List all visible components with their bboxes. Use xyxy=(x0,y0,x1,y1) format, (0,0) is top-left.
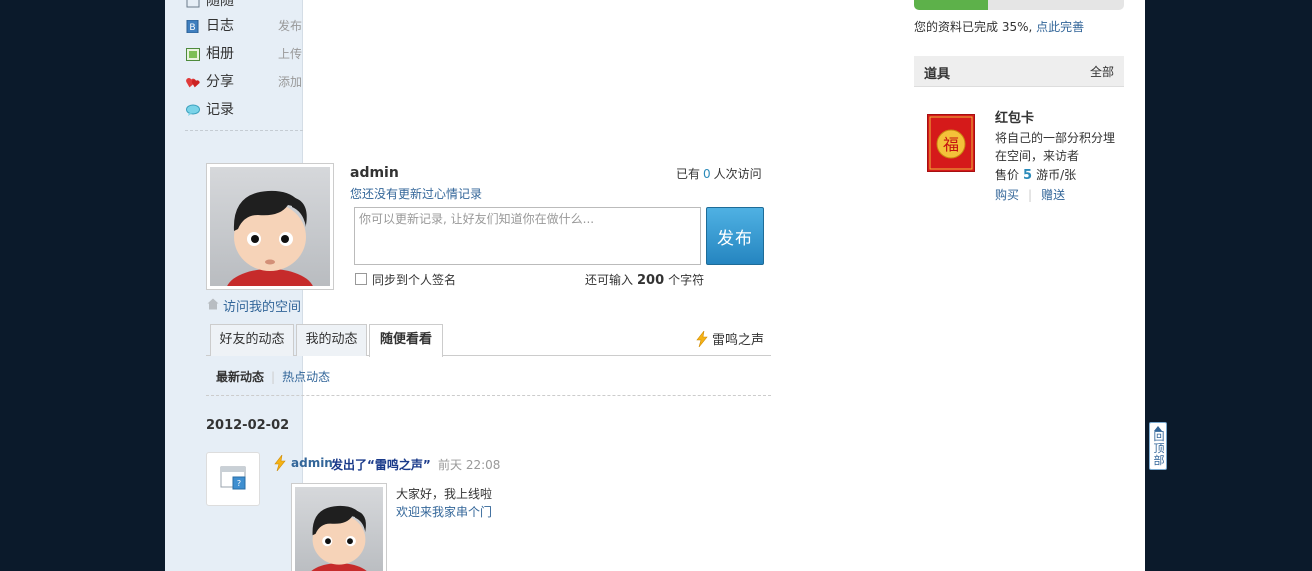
profile-complete: 您的资料已完成 35%, 点此完善 xyxy=(914,18,1084,35)
subtab-latest[interactable]: 最新动态 xyxy=(216,370,264,384)
tab-friends-feed[interactable]: 好友的动态 xyxy=(210,324,294,356)
partial-icon xyxy=(186,0,200,8)
username[interactable]: admin xyxy=(350,165,399,181)
cartoon-avatar-icon xyxy=(227,190,313,286)
gift-link[interactable]: 赠送 xyxy=(1041,188,1065,202)
svg-text:B: B xyxy=(189,23,195,33)
album-icon xyxy=(186,48,200,61)
action-separator: | xyxy=(1028,188,1033,202)
feed-action[interactable]: 发出了“雷鸣之声” xyxy=(331,456,431,473)
price-suffix: 游币/张 xyxy=(1036,168,1077,182)
feed-avatar-image xyxy=(295,487,383,571)
feed-divider xyxy=(206,395,771,396)
profile-complete-text: 您的资料已完成 35%, xyxy=(914,20,1033,34)
subtab-separator: | xyxy=(271,370,276,384)
feed-author-link[interactable]: admin xyxy=(291,456,333,470)
feed-avatar[interactable] xyxy=(291,483,387,571)
card-glyph: 福 xyxy=(943,135,959,154)
lightning-icon xyxy=(274,455,286,471)
speech-bubble-icon xyxy=(186,104,200,116)
red-envelope-icon: 福 xyxy=(927,114,975,172)
back-to-top-button[interactable]: 回顶部 xyxy=(1149,422,1167,470)
props-title: 道具 xyxy=(924,67,951,82)
sync-signature-checkbox[interactable] xyxy=(355,273,367,285)
feed-tabs: 好友的动态 我的动态 随便看看 雷鸣之声 xyxy=(206,324,771,357)
char-remaining: 还可输入 200 个字符 xyxy=(585,271,704,288)
complete-profile-link[interactable]: 点此完善 xyxy=(1036,20,1084,34)
sidebar-item-share[interactable]: 分享 添加 xyxy=(186,72,304,92)
thunder-voice-label: 雷鸣之声 xyxy=(712,333,765,348)
sidebar-action-add[interactable]: 添加 xyxy=(278,74,304,90)
feed-date: 2012-02-02 xyxy=(206,418,290,433)
record-input[interactable] xyxy=(354,207,701,265)
visit-space-link[interactable]: 访问我的空间 xyxy=(223,296,301,315)
visit-suffix: 人次访问 xyxy=(713,167,762,181)
buy-link[interactable]: 购买 xyxy=(995,188,1019,202)
feed-app-icon[interactable]: ? xyxy=(206,452,260,506)
props-all-link[interactable]: 全部 xyxy=(1090,63,1114,80)
publish-button[interactable]: 发布 xyxy=(706,207,764,265)
sidebar-item-label: 相册 xyxy=(206,46,234,62)
red-envelope-card-image[interactable]: 福 xyxy=(927,114,975,172)
cartoon-avatar-icon xyxy=(311,505,367,571)
sidebar-action-upload[interactable]: 上传 xyxy=(278,46,304,62)
tab-random-browse[interactable]: 随便看看 xyxy=(369,324,443,357)
share-heart-icon xyxy=(186,78,200,88)
sidebar-action-publish[interactable]: 发布 xyxy=(278,18,304,34)
visit-number: 0 xyxy=(703,167,711,181)
feed-subtabs: 最新动态 | 热点动态 xyxy=(216,368,330,385)
window-app-icon: ? xyxy=(220,466,246,490)
props-header: 道具 全部 xyxy=(914,56,1124,87)
feed-text-link[interactable]: 欢迎来我家串个门 xyxy=(396,503,492,520)
avatar[interactable] xyxy=(206,163,334,290)
back-to-top-label: 回顶部 xyxy=(1153,430,1165,467)
card-actions: 购买 | 赠送 xyxy=(995,186,1065,203)
remaining-suffix: 个字符 xyxy=(668,273,705,287)
sidebar-item-label: 记录 xyxy=(206,102,234,118)
svg-text:?: ? xyxy=(237,479,241,488)
price-prefix: 售价 xyxy=(995,168,1020,182)
subtab-hot[interactable]: 热点动态 xyxy=(282,370,330,384)
visit-prefix: 已有 xyxy=(676,167,701,181)
tab-my-feed[interactable]: 我的动态 xyxy=(296,324,367,356)
lightning-icon xyxy=(696,331,708,347)
card-price: 售价 5 游币/张 xyxy=(995,166,1076,183)
card-description: 将自己的一部分积分埋在空间，来访者 xyxy=(995,131,1116,163)
avatar-image xyxy=(210,167,330,286)
blog-icon: B xyxy=(186,20,199,33)
card-name[interactable]: 红包卡 xyxy=(995,107,1034,126)
sync-signature-label: 同步到个人签名 xyxy=(372,273,457,287)
sidebar-item-label: 日志 xyxy=(206,18,234,34)
price-value: 5 xyxy=(1023,168,1033,183)
sidebar-item-blog[interactable]: B 日志 发布 xyxy=(186,16,304,36)
sidebar-item-album[interactable]: 相册 上传 xyxy=(186,44,304,64)
feed-time: 前天 22:08 xyxy=(438,458,501,472)
remaining-prefix: 还可输入 xyxy=(585,273,634,287)
sidebar-divider xyxy=(185,130,303,131)
sidebar-item-partial[interactable]: 随随 xyxy=(186,0,304,11)
remaining-count: 200 xyxy=(637,273,665,288)
sidebar-item-record[interactable]: 记录 xyxy=(186,100,304,120)
no-mood-link[interactable]: 您还没有更新过心情记录 xyxy=(350,185,482,202)
profile-progress-bar xyxy=(914,0,1124,10)
page-container: 随随 B 日志 发布 相册 上传 分享 添加 记录 访问我的空间 admin 已… xyxy=(165,0,1145,571)
sidebar-item-label: 随随 xyxy=(206,0,234,9)
visit-count: 已有 0 人次访问 xyxy=(676,165,762,182)
feed-text: 大家好，我上线啦 xyxy=(396,487,493,501)
profile-progress-fill xyxy=(914,0,988,10)
sidebar-item-label: 分享 xyxy=(206,74,234,90)
home-icon xyxy=(207,298,219,310)
